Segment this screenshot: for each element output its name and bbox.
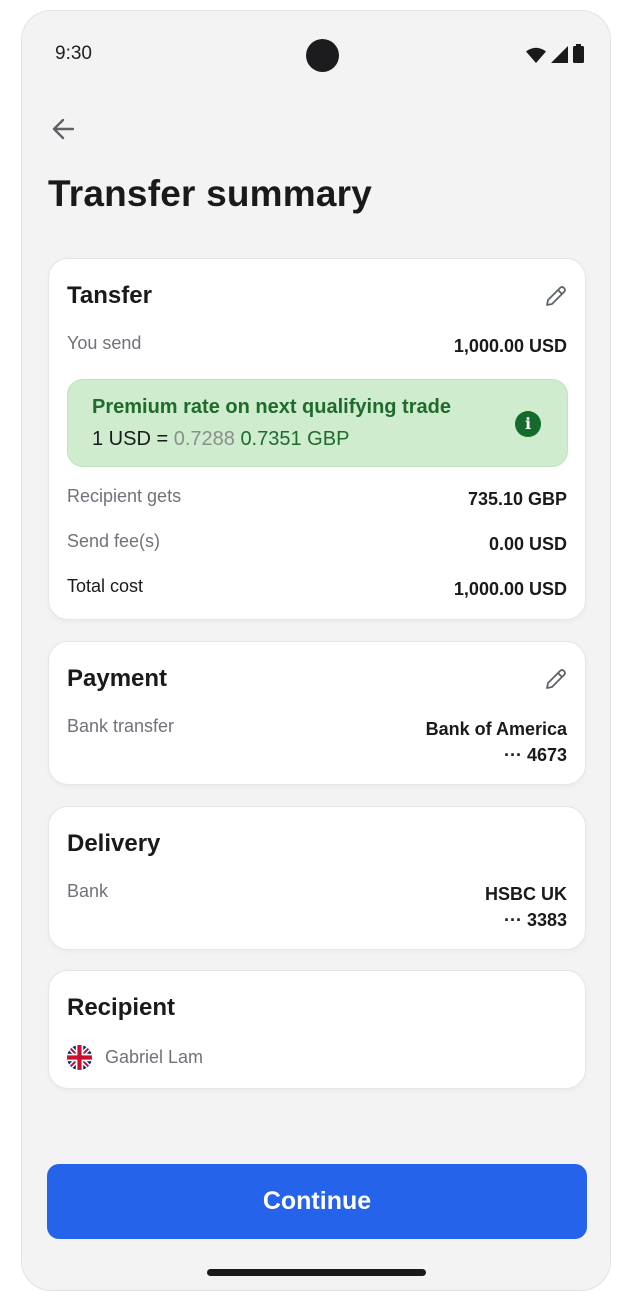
you-send-label: You send — [67, 333, 142, 353]
front-camera — [306, 39, 339, 72]
edit-transfer-pencil-icon[interactable] — [543, 283, 569, 309]
exchange-rate-line: 1 USD = 0.7288 0.7351 GBP — [92, 428, 349, 451]
wifi-icon — [526, 47, 546, 63]
delivery-account: HSBC UK ··· 3383 — [485, 881, 567, 933]
phone-screen: 9:30 Transfer summary Tansfer You send 1… — [21, 10, 611, 1291]
cellular-signal-icon — [551, 46, 568, 63]
recipient-gets-row: Recipient gets 735.10 GBP — [67, 486, 567, 512]
page-title: Transfer summary — [48, 173, 373, 214]
standard-rate: 0.7288 — [173, 428, 235, 450]
send-fee-value: 0.00 USD — [488, 534, 567, 554]
you-send-value: 1,000.00 USD — [453, 336, 567, 356]
uk-flag-icon — [67, 1045, 92, 1070]
payment-card: Payment Bank transfer Bank of America ··… — [48, 641, 586, 785]
info-icon[interactable]: i — [515, 411, 541, 437]
recipient-name: Gabriel Lam — [105, 1047, 204, 1067]
premium-rate: 0.7351 GBP — [240, 428, 350, 450]
payment-method-row: Bank transfer Bank of America ··· 4673 — [67, 716, 567, 768]
premium-rate-headline: Premium rate on next qualifying trade — [92, 396, 451, 418]
total-cost-row: Total cost 1,000.00 USD — [67, 576, 567, 602]
recipient-gets-label: Recipient gets — [67, 486, 182, 506]
total-cost-label: Total cost — [67, 576, 144, 596]
payment-card-title: Payment — [67, 665, 168, 692]
send-fee-label: Send fee(s) — [67, 531, 161, 551]
home-indicator[interactable] — [207, 1269, 426, 1276]
status-bar: 9:30 — [22, 11, 610, 101]
recipient-gets-value: 735.10 GBP — [467, 489, 567, 509]
payment-bank-name: Bank of America — [425, 719, 567, 739]
delivery-bank-name: HSBC UK — [484, 884, 567, 904]
payment-account-mask: ··· 4673 — [503, 745, 567, 765]
delivery-method-label: Bank — [67, 881, 109, 901]
rate-prefix: 1 USD = — [92, 428, 174, 450]
recipient-card-title: Recipient — [67, 994, 176, 1021]
edit-payment-pencil-icon[interactable] — [543, 666, 569, 692]
transfer-card-title: Tansfer — [67, 282, 152, 309]
payment-account: Bank of America ··· 4673 — [426, 716, 567, 768]
recipient-card: Recipient Gabriel Lam — [48, 970, 586, 1089]
payment-method-label: Bank transfer — [67, 716, 175, 736]
delivery-card-title: Delivery — [67, 830, 161, 857]
continue-button[interactable]: Continue — [47, 1164, 587, 1239]
delivery-card: Delivery Bank HSBC UK ··· 3383 — [48, 806, 586, 950]
recipient-row: Gabriel Lam — [67, 1045, 203, 1070]
you-send-row: You send 1,000.00 USD — [67, 333, 567, 359]
premium-rate-banner: Premium rate on next qualifying trade 1 … — [67, 379, 568, 467]
battery-icon — [573, 44, 584, 63]
delivery-account-mask: ··· 3383 — [503, 910, 567, 930]
back-arrow-icon[interactable] — [50, 115, 78, 143]
system-icons — [526, 44, 584, 63]
total-cost-value: 1,000.00 USD — [453, 579, 567, 599]
transfer-card: Tansfer You send 1,000.00 USD Premium ra… — [48, 258, 586, 620]
send-fee-row: Send fee(s) 0.00 USD — [67, 531, 567, 557]
delivery-method-row: Bank HSBC UK ··· 3383 — [67, 881, 567, 933]
status-time: 9:30 — [55, 43, 92, 64]
